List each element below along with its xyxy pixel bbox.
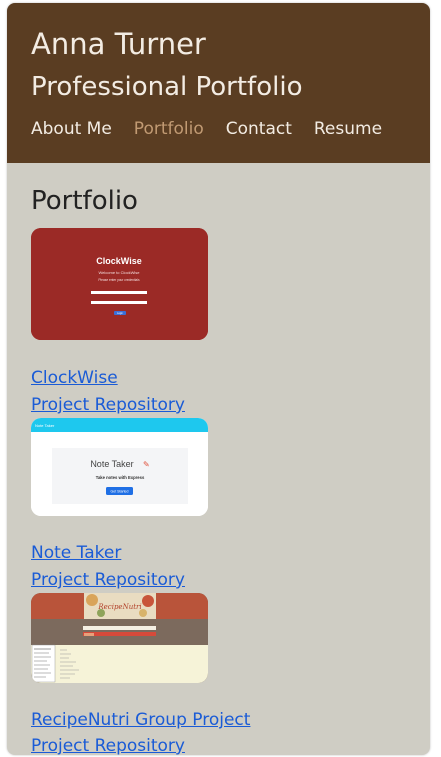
clockwise-thumb-art: ClockWise Welcome to ClockWise Please en…: [31, 228, 208, 340]
recipenutri-screenshot: RecipeNutri: [31, 593, 208, 683]
clockwise-thumb-subline: Please enter your credentials: [98, 278, 140, 282]
clockwise-thumb-password-field: [91, 301, 147, 304]
note-taker-thumb-pencil-icon: ✎: [143, 460, 150, 469]
note-taker-thumb-button-label: Get Started: [111, 490, 129, 494]
recipenutri-repo-link[interactable]: Project Repository: [31, 734, 185, 755]
nav-resume[interactable]: Resume: [314, 117, 382, 141]
note-taker-thumb-tagline: Take notes with Express: [96, 475, 145, 480]
recipenutri-thumb-sidebar: [31, 644, 56, 683]
note-taker-repo-link[interactable]: Project Repository: [31, 568, 185, 592]
site-subtitle: Professional Portfolio: [31, 72, 303, 102]
clockwise-thumb-title: ClockWise: [96, 256, 141, 266]
clockwise-link[interactable]: ClockWise: [31, 366, 118, 390]
recipenutri-thumb-title: RecipeNutri: [97, 603, 141, 611]
note-taker-thumb-title: Note Taker: [90, 459, 133, 469]
recipenutri-link[interactable]: RecipeNutri Group Project: [31, 708, 250, 732]
clockwise-screenshot: ClockWise Welcome to ClockWise Please en…: [31, 228, 208, 340]
clockwise-thumb-login-label: Login: [117, 312, 124, 315]
main-nav: About Me Portfolio Contact Resume: [31, 117, 404, 141]
site-name: Anna Turner: [31, 27, 206, 61]
note-taker-screenshot: Note Taker Note Taker ✎ Take notes with …: [31, 418, 208, 516]
site-header: Anna Turner Professional Portfolio About…: [7, 3, 430, 163]
clockwise-repo-link[interactable]: Project Repository: [31, 393, 185, 417]
note-taker-thumb-navbar: [31, 418, 208, 432]
note-taker-link[interactable]: Note Taker: [31, 541, 121, 565]
recipenutri-thumb-art: RecipeNutri: [31, 593, 208, 683]
nav-about-me[interactable]: About Me: [31, 117, 112, 141]
section-title: Portfolio: [31, 186, 138, 216]
nav-contact[interactable]: Contact: [226, 117, 292, 141]
clockwise-thumb-tagline: Welcome to ClockWise: [98, 270, 140, 275]
recipenutri-thumb-search-field: [83, 626, 156, 630]
browser-frame: Anna Turner Professional Portfolio About…: [7, 3, 430, 755]
page-scrollbar[interactable]: [420, 3, 430, 755]
recipenutri-thumb-results: [31, 645, 208, 683]
nav-portfolio[interactable]: Portfolio: [134, 117, 204, 141]
clockwise-thumb-username-field: [91, 291, 147, 294]
note-taker-thumb-nav-label: Note Taker: [35, 423, 55, 428]
note-taker-thumb-art: Note Taker Note Taker ✎ Take notes with …: [31, 418, 208, 516]
